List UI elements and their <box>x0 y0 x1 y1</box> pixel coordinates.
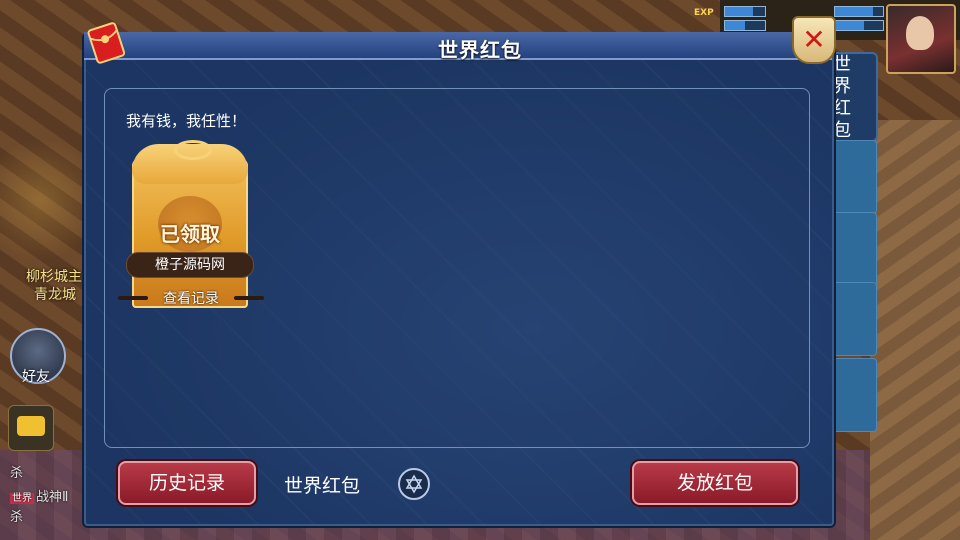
chat-line: 杀 <box>10 466 24 481</box>
chat-line: 杀 <box>10 510 24 525</box>
channel-label: 世界红包 <box>284 475 361 497</box>
red-packet-icon <box>87 22 126 64</box>
view-record-link[interactable]: 查看记录 <box>116 288 266 308</box>
friend-label: 好友 <box>22 369 50 385</box>
mp-bar <box>724 20 766 31</box>
close-icon: ✕ <box>802 23 826 56</box>
settings-gear-icon[interactable] <box>398 468 430 500</box>
packet-sender: 橙子源码网 <box>126 252 254 278</box>
side-tab[interactable] <box>834 140 877 214</box>
send-red-packet-button[interactable]: 发放红包 <box>632 461 798 505</box>
hexagram-icon <box>405 474 423 494</box>
side-tab[interactable] <box>834 212 877 286</box>
packet-knot-icon <box>174 140 212 160</box>
side-tab[interactable] <box>834 358 877 432</box>
left-npc-label-2: 青龙城 <box>34 287 76 303</box>
history-button[interactable]: 历史记录 <box>118 461 256 505</box>
chat-line: 世界 战神Ⅱ <box>10 490 69 505</box>
hp-bar <box>834 6 884 17</box>
game-right-scene <box>870 120 960 540</box>
close-button[interactable]: ✕ <box>792 16 836 64</box>
left-npc-label-1: 柳杉城主 <box>26 269 82 285</box>
slogan-text: 我有钱，我任性！ <box>126 112 247 130</box>
red-packet-card[interactable]: 已领取 橙子源码网 查看记录 <box>116 140 266 310</box>
exp-label: EXP <box>694 8 714 18</box>
chat-button[interactable] <box>8 405 54 451</box>
side-tab[interactable] <box>834 282 877 356</box>
chat-icon <box>17 416 45 436</box>
packet-status: 已领取 <box>160 222 220 246</box>
exp-bar <box>724 6 766 17</box>
sp-bar <box>834 20 884 31</box>
